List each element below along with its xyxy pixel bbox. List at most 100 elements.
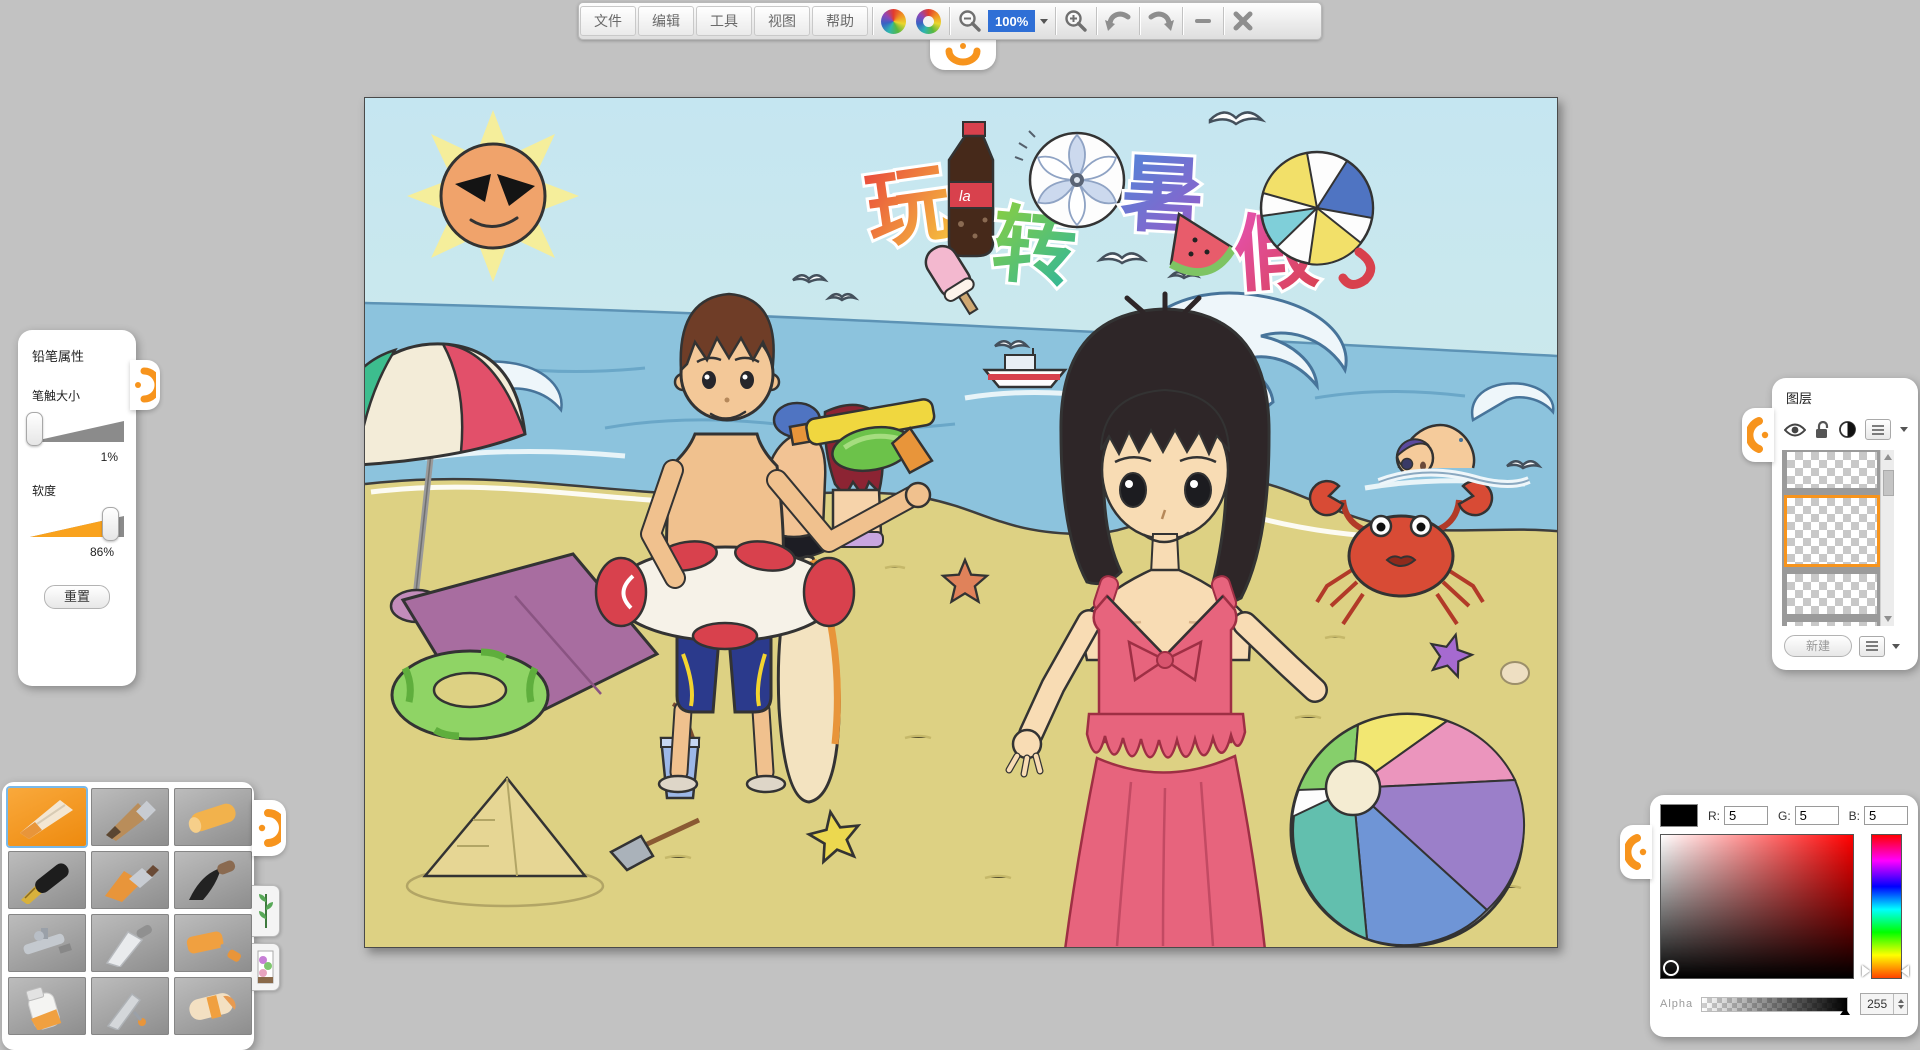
eye-icon[interactable]: [1784, 422, 1806, 438]
alpha-marker[interactable]: [1840, 1008, 1850, 1015]
g-input[interactable]: [1795, 806, 1839, 825]
tool-pen[interactable]: [8, 851, 86, 909]
grip-crescent-icon: [1747, 414, 1769, 456]
close-icon[interactable]: [1227, 3, 1259, 39]
zoom-level-value[interactable]: 100%: [988, 10, 1035, 32]
undo-icon[interactable]: [1100, 3, 1136, 39]
layer-scrollbar[interactable]: [1880, 450, 1894, 626]
tool-palette-knife[interactable]: [91, 914, 169, 972]
menu-lines-icon: [1865, 641, 1879, 651]
toolbar-separator: [1223, 7, 1224, 35]
tool-paint-bottle[interactable]: [8, 977, 86, 1035]
hue-marker-right[interactable]: [1901, 965, 1909, 977]
tool-eraser[interactable]: [174, 977, 252, 1035]
layer-list: [1782, 450, 1894, 626]
new-layer-button[interactable]: 新建: [1784, 635, 1852, 657]
layer-menu-arrow[interactable]: [1900, 427, 1908, 432]
softness-slider-handle[interactable]: [102, 507, 119, 541]
grip-crescent-icon: [257, 806, 281, 850]
alpha-spinbox[interactable]: 255: [1860, 993, 1908, 1015]
layers-options-arrow[interactable]: [1892, 644, 1900, 649]
palette-wheel-icon[interactable]: [876, 3, 911, 39]
tool-knife[interactable]: [91, 977, 169, 1035]
alpha-spin-up[interactable]: [1898, 999, 1904, 1003]
main-toolbar: 文件 编辑 工具 视图 帮助 100%: [578, 2, 1322, 40]
tool-roller[interactable]: [174, 914, 252, 972]
layer-thumbnail[interactable]: [1787, 622, 1877, 626]
brush-size-label: 笔触大小: [32, 387, 124, 404]
scrollbar-thumb[interactable]: [1883, 470, 1894, 496]
toolbar-separator: [1096, 7, 1097, 35]
r-label: R:: [1708, 809, 1720, 823]
canvas-artwork: 玩 la 转 暑: [365, 98, 1557, 947]
b-input[interactable]: [1864, 806, 1908, 825]
layers-panel: 图层 新建: [1772, 378, 1918, 670]
zoom-out-icon[interactable]: [953, 3, 987, 39]
toolbar-separator: [1182, 7, 1183, 35]
tool-grid: [8, 788, 248, 1035]
minimize-icon[interactable]: [1186, 3, 1220, 39]
toolbar-separator: [872, 7, 873, 35]
brush-size-slider[interactable]: [30, 414, 124, 448]
zoom-dropdown-arrow[interactable]: [1040, 19, 1048, 24]
plant-brush-button[interactable]: [252, 885, 280, 937]
bottle-label: la: [959, 188, 971, 205]
softness-slider[interactable]: [30, 509, 124, 543]
r-input[interactable]: [1724, 806, 1768, 825]
menu-file[interactable]: 文件: [580, 6, 636, 36]
hue-marker-left[interactable]: [1862, 965, 1870, 977]
drawing-canvas[interactable]: 玩 la 转 暑: [364, 97, 1558, 948]
color-panel-grip-handle[interactable]: [1620, 825, 1652, 879]
title-char-1: 玩: [860, 154, 956, 259]
pencil-panel-title: 铅笔属性: [32, 346, 124, 365]
lock-icon[interactable]: [1815, 421, 1830, 439]
menu-tools[interactable]: 工具: [696, 6, 752, 36]
color-ring-icon[interactable]: [911, 3, 946, 39]
layer-thumbnail-selected[interactable]: [1787, 498, 1877, 564]
tool-brush[interactable]: [91, 851, 169, 909]
current-color-swatch[interactable]: [1660, 804, 1698, 827]
tool-airbrush[interactable]: [8, 914, 86, 972]
texture-image-icon: [257, 950, 274, 984]
toolbar-separator: [949, 7, 950, 35]
tool-palette-grip-handle[interactable]: [252, 800, 286, 856]
menu-edit[interactable]: 编辑: [638, 6, 694, 36]
tool-pastel[interactable]: [174, 788, 252, 846]
zoom-in-icon[interactable]: [1059, 3, 1093, 39]
redo-icon[interactable]: [1143, 3, 1179, 39]
layer-thumbnail[interactable]: [1787, 574, 1877, 614]
layers-panel-grip-handle[interactable]: [1742, 408, 1774, 462]
layer-menu-button[interactable]: [1865, 419, 1891, 440]
toolbar-grip-handle[interactable]: [930, 38, 996, 70]
menu-help[interactable]: 帮助: [812, 6, 868, 36]
layer-thumbnail[interactable]: [1787, 452, 1877, 488]
softness-value: 86%: [30, 545, 114, 559]
scroll-up-arrow[interactable]: [1884, 454, 1892, 460]
toolbar-separator: [1055, 7, 1056, 35]
layers-options-button[interactable]: [1859, 636, 1885, 657]
alpha-slider[interactable]: [1701, 997, 1848, 1012]
shell: [1501, 662, 1529, 684]
toolbar-separator: [1139, 7, 1140, 35]
grip-crescent-icon: [134, 365, 156, 405]
alpha-spin-down[interactable]: [1898, 1005, 1904, 1009]
saturation-value-square[interactable]: [1660, 834, 1854, 979]
grip-crescent-icon: [941, 41, 985, 67]
tool-paper-stump[interactable]: [8, 788, 86, 846]
contrast-icon[interactable]: [1839, 421, 1856, 438]
grip-crescent-icon: [1625, 831, 1647, 873]
scroll-down-arrow[interactable]: [1884, 616, 1892, 622]
menu-view[interactable]: 视图: [754, 6, 810, 36]
tool-pencil[interactable]: [91, 788, 169, 846]
sun: [407, 110, 579, 282]
reset-button[interactable]: 重置: [44, 585, 110, 609]
b-label: B:: [1849, 809, 1860, 823]
tool-ink-brush[interactable]: [174, 851, 252, 909]
color-position-marker[interactable]: [1663, 960, 1679, 976]
pencil-properties-panel: 铅笔属性 笔触大小 1% 软度 86% 重置: [18, 330, 136, 686]
hue-bar[interactable]: [1871, 834, 1902, 979]
brush-size-slider-handle[interactable]: [26, 412, 43, 446]
rainbow-beach-ball: [1291, 714, 1524, 946]
texture-image-button[interactable]: [252, 943, 280, 991]
pencil-panel-grip-handle[interactable]: [130, 360, 160, 410]
